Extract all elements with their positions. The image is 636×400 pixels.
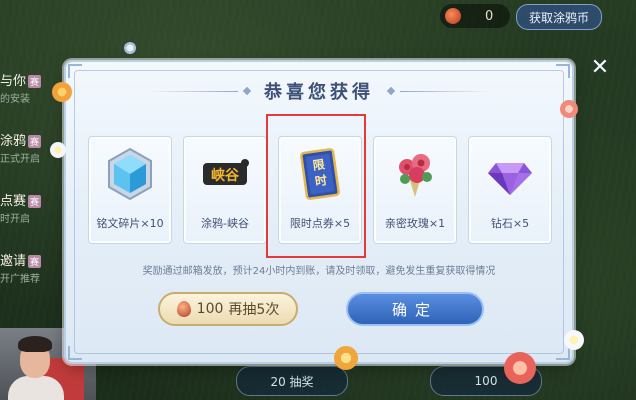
chat-subtitle: 时开启 — [0, 214, 30, 225]
chat-title: 邀请 — [0, 254, 27, 269]
graffiti-text: 峡谷 — [211, 167, 240, 184]
reward-label: 亲密玫瑰×1 — [384, 217, 446, 230]
chat-title: 涂鸦 — [0, 134, 27, 149]
flower-decoration — [50, 142, 66, 158]
reward-label: 钻石×5 — [490, 217, 530, 230]
chat-title: 点赛 — [0, 194, 27, 209]
bottom-draw-button[interactable]: 20 抽奖 — [236, 366, 348, 396]
get-coin-button[interactable]: 获取涂鸦币 — [516, 4, 602, 30]
rose-bouquet-icon — [399, 154, 432, 197]
chat-subtitle: 正式开启 — [0, 154, 40, 165]
flower-decoration — [52, 82, 72, 102]
flower-decoration — [504, 352, 536, 384]
chat-subtitle: 的安装 — [0, 94, 30, 105]
reward-card[interactable]: 亲密玫瑰×1 — [373, 136, 457, 244]
chat-tag: 赛 — [28, 75, 42, 88]
draw-cost-icon — [176, 301, 191, 317]
title-divider — [400, 90, 490, 92]
coin-counter: 0 — [440, 4, 510, 28]
streamer-body — [8, 376, 64, 400]
flower-decoration — [564, 330, 584, 350]
title-ornament — [242, 86, 252, 96]
confirm-button[interactable]: 确定 — [346, 292, 484, 326]
delivery-notice: 奖励通过邮箱发放，预计24小时内到账，请及时领取，避免发生重复获取得情况 — [142, 266, 496, 277]
coin-icon — [445, 8, 461, 24]
title-divider — [148, 90, 238, 92]
flower-decoration — [560, 100, 578, 118]
close-icon[interactable]: ✕ — [588, 56, 612, 80]
dialog-corner — [68, 346, 82, 360]
graffiti-xiagu-icon: 峡谷 — [203, 159, 249, 185]
chat-tag: 赛 — [28, 255, 42, 268]
draw-again-label: 再抽5次 — [228, 302, 280, 318]
chat-tag: 赛 — [28, 195, 42, 208]
dialog-header: 恭喜您获得 — [66, 76, 572, 106]
flower-decoration — [124, 42, 136, 54]
chat-title: 与你 — [0, 74, 27, 89]
reward-card[interactable]: 峡谷 涂鸦-峡谷 — [183, 136, 267, 244]
streamer-hair — [18, 336, 52, 352]
reward-card[interactable]: 铭文碎片×10 — [88, 136, 172, 244]
diamond-icon — [488, 163, 532, 195]
reward-card[interactable]: 钻石×5 — [468, 136, 552, 244]
reward-label: 涂鸦-峡谷 — [201, 217, 249, 230]
coin-count: 0 — [485, 8, 494, 24]
draw-cost: 100 — [196, 301, 224, 317]
flower-decoration — [334, 346, 358, 370]
dialog-title: 恭喜您获得 — [264, 82, 374, 103]
chat-subtitle: 开广推荐 — [0, 274, 40, 285]
highlight-box — [266, 114, 366, 258]
chat-item[interactable]: 邀请赛 开广推荐 — [0, 240, 66, 300]
title-ornament — [386, 86, 396, 96]
draw-again-button[interactable]: 100 再抽5次 — [158, 292, 298, 326]
chat-tag: 赛 — [28, 135, 42, 148]
chat-item[interactable]: 点赛赛 时开启 — [0, 180, 66, 240]
reward-label: 铭文碎片×10 — [96, 217, 164, 230]
inscription-shard-icon — [108, 147, 152, 201]
